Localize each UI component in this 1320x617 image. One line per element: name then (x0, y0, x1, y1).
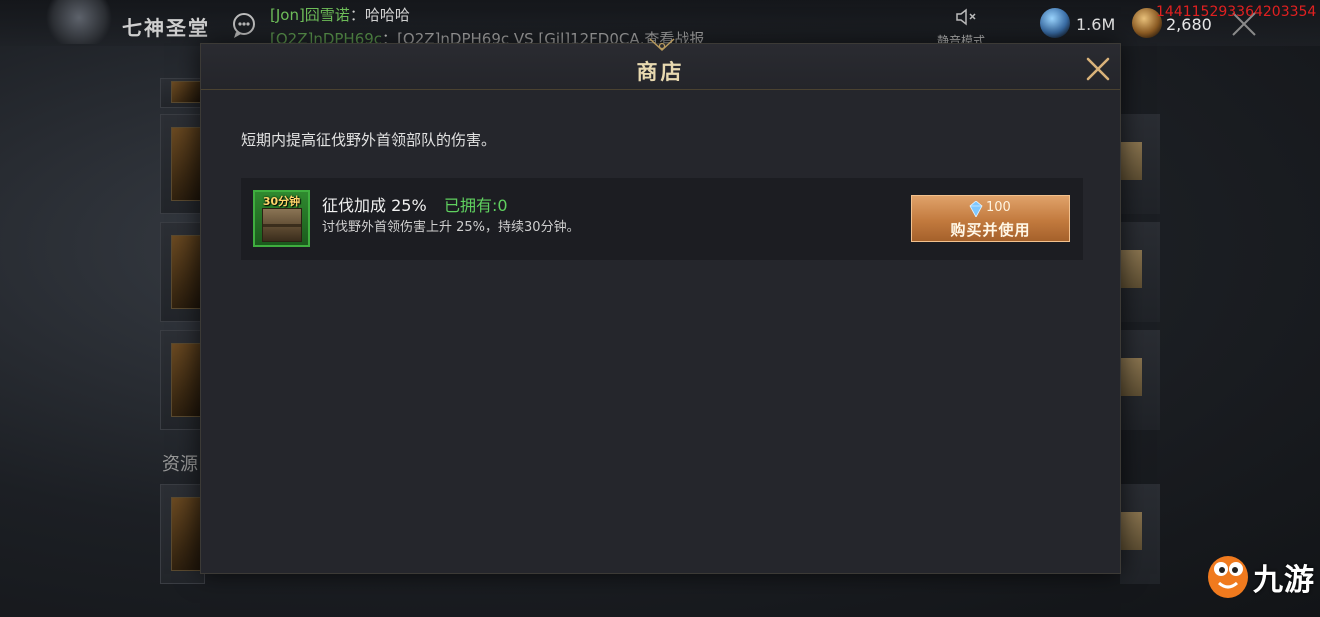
site-logo-text: 九游 (1253, 563, 1315, 598)
crate-item-icon: 30分钟 (253, 190, 310, 247)
site-logo: 九游 (1205, 545, 1315, 605)
buy-and-use-button[interactable]: 100 购买并使用 (911, 195, 1070, 242)
background-card (160, 222, 205, 322)
duration-badge: 30分钟 (262, 195, 301, 208)
watermark-id: 144115293364203354 (1156, 4, 1317, 20)
card-thumbnail (171, 127, 201, 201)
shop-item-row: 30分钟 征伐加成 25% 已拥有:0 讨伐野外首领伤害上升 25%，持续30分… (241, 178, 1083, 260)
item-name: 征伐加成 25% (322, 196, 427, 215)
crate-icon (262, 208, 302, 242)
card-thumbnail (171, 235, 201, 309)
background-card (1120, 114, 1160, 214)
chat-separator: ： (349, 6, 365, 24)
background-card (1120, 330, 1160, 430)
item-owned-count: 已拥有:0 (444, 196, 508, 215)
card-tab (1120, 142, 1142, 180)
hall-title: 七神圣堂 (122, 16, 210, 40)
chat-icon[interactable] (230, 10, 260, 40)
background-card (1120, 222, 1160, 322)
dialog-header: 商店 (201, 38, 1120, 90)
card-tab (1120, 250, 1142, 288)
card-tab (1120, 512, 1142, 550)
dialog-description: 短期内提高征伐野外首领部队的伤害。 (241, 131, 497, 149)
card-thumbnail (171, 81, 201, 103)
close-button[interactable] (1083, 54, 1113, 84)
gem-icon (969, 201, 983, 217)
item-effect: 讨伐野外首领伤害上升 25%，持续30分钟。 (322, 220, 580, 235)
background-card (160, 78, 205, 108)
card-thumbnail (171, 497, 201, 571)
background-card (160, 484, 205, 584)
buy-label: 购买并使用 (950, 221, 1031, 239)
background-card (160, 330, 205, 430)
chat-sender: [Jon]囧雪诺 (270, 6, 350, 24)
dialog-title: 商店 (636, 59, 685, 84)
background-card (1120, 484, 1160, 584)
gem-count: 1.6M (1076, 15, 1116, 34)
background-card (160, 114, 205, 214)
card-thumbnail (171, 343, 201, 417)
mascot-logo-icon (1208, 556, 1248, 598)
chat-text: 哈哈哈 (364, 6, 410, 24)
mute-icon[interactable] (954, 6, 978, 28)
item-price: 100 (986, 200, 1011, 215)
header-ornament-icon (649, 38, 675, 52)
card-tab (1120, 358, 1142, 396)
chat-message[interactable]: [Jon]囧雪诺：哈哈哈 (270, 4, 410, 25)
section-label: 资源 (162, 454, 198, 475)
hall-emblem-icon (44, 0, 114, 44)
shop-dialog: 商店 短期内提高征伐野外首领部队的伤害。 30分钟 征伐加成 25% 已拥有:0… (200, 38, 1121, 574)
gem-icon (1040, 8, 1070, 38)
